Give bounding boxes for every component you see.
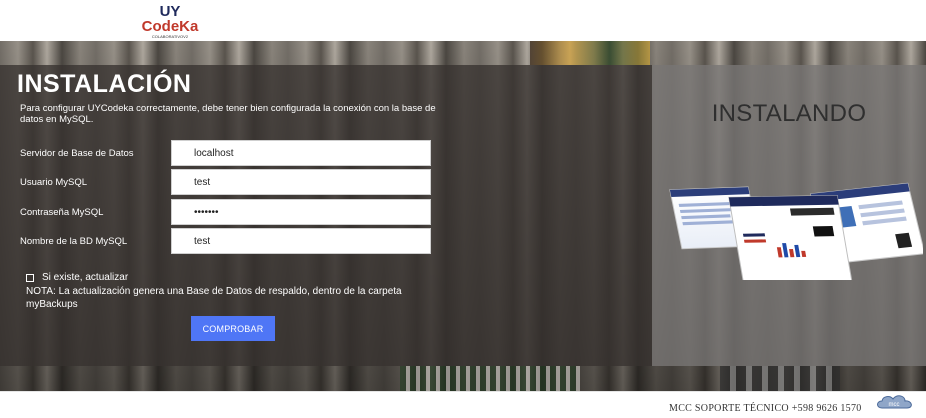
logo-codeka: CodeKa: [142, 18, 199, 35]
intro-text: Para configurar UYCodeka correctamente, …: [20, 103, 436, 125]
user-input[interactable]: [171, 169, 431, 195]
background-photo-detail: [530, 41, 650, 65]
database-name-input[interactable]: [171, 228, 431, 254]
header: UY CodeKa COLABORATIVOV2: [0, 0, 926, 41]
comprobar-button[interactable]: COMPROBAR: [191, 316, 275, 341]
database-name-label: Nombre de la BD MySQL: [20, 236, 128, 247]
screens-mockup-illustration: [669, 182, 923, 280]
page-title: INSTALACIÓN: [17, 70, 192, 98]
installing-title: INSTALANDO: [711, 100, 867, 127]
uycodeka-logo[interactable]: UY CodeKa COLABORATIVOV2: [133, 2, 207, 40]
footer-contact: MCC SOPORTE TÉCNICO +598 9626 1570: [669, 403, 862, 414]
background-photo-detail: [720, 366, 840, 391]
update-option: Si existe, actualizar: [26, 272, 128, 283]
mcc-logo-text: mcc: [889, 402, 900, 408]
background-photo-detail: [400, 366, 580, 391]
logo-tagline: COLABORATIVOV2: [152, 34, 189, 39]
backup-note: NOTA: La actualización genera una Base d…: [26, 286, 402, 310]
password-input[interactable]: [171, 199, 431, 225]
mcc-cloud-logo[interactable]: mcc: [874, 392, 916, 412]
update-checkbox-label[interactable]: Si existe, actualizar: [42, 272, 128, 283]
update-checkbox[interactable]: [26, 273, 34, 282]
server-input[interactable]: [171, 140, 431, 166]
server-label: Servidor de Base de Datos: [20, 148, 134, 159]
user-label: Usuario MySQL: [20, 177, 88, 188]
password-label: Contraseña MySQL: [20, 207, 104, 218]
